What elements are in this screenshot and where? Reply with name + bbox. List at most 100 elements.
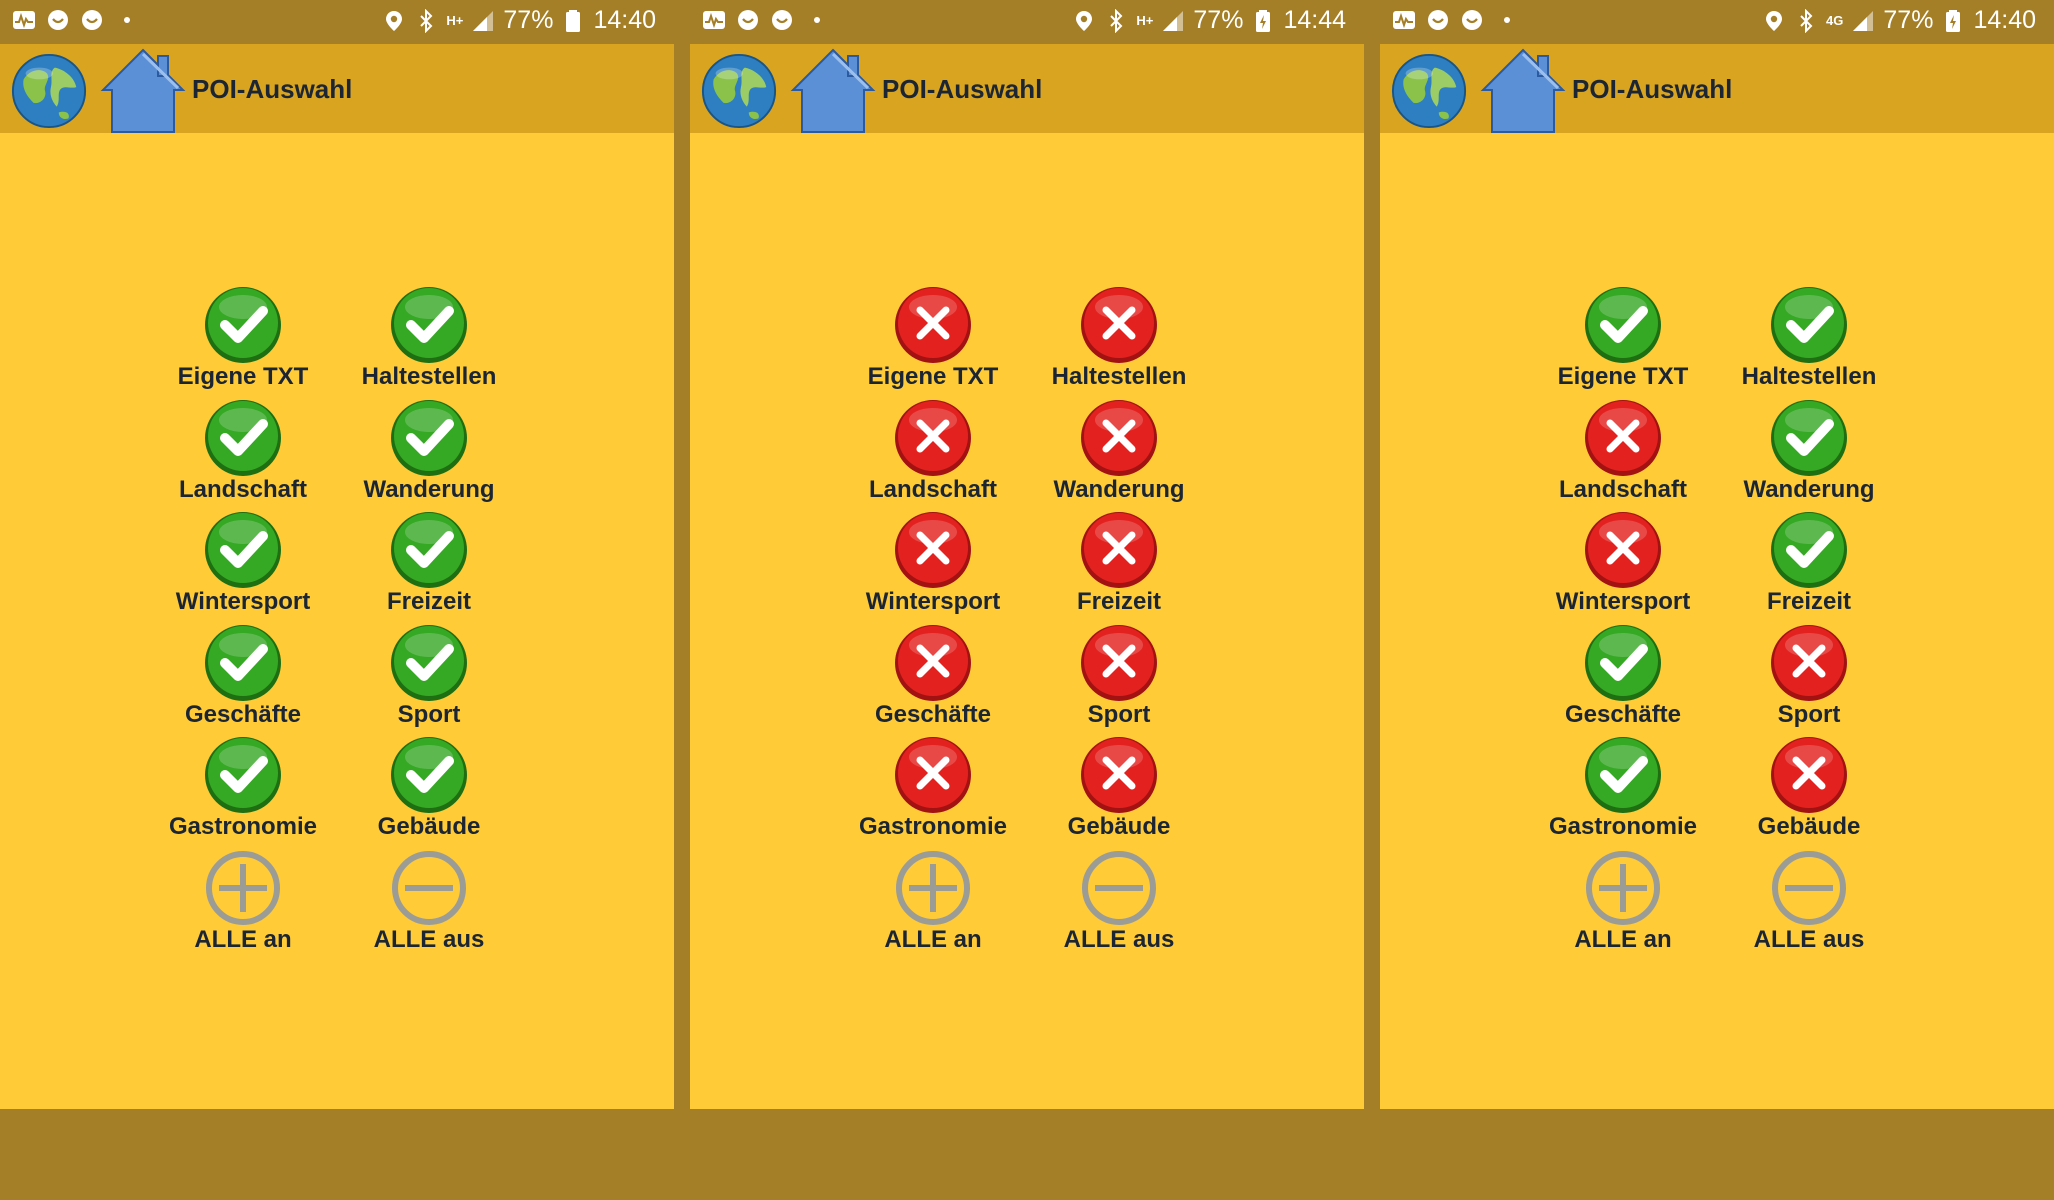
poi-label: Geschäfte xyxy=(874,700,992,728)
check-icon xyxy=(205,287,281,363)
activity-icon xyxy=(1393,11,1415,29)
app-header: POI-Auswahl xyxy=(1380,44,2054,133)
poi-toggle-eigene-txt[interactable]: Eigene TXT xyxy=(150,285,336,398)
poi-toggle-wanderung[interactable]: Wanderung xyxy=(336,398,522,511)
all-on-label: ALLE an xyxy=(1574,925,1672,953)
poi-label: Gastronomie xyxy=(858,813,1008,840)
poi-toggle-gebaeude[interactable]: Gebäude xyxy=(1716,735,1902,848)
globe-icon[interactable] xyxy=(1390,52,1468,130)
poi-toggle-eigene-txt[interactable]: Eigene TXT xyxy=(840,285,1026,398)
poi-toggle-freizeit[interactable]: Freizeit xyxy=(1026,510,1212,623)
poi-toggle-freizeit[interactable]: Freizeit xyxy=(1716,510,1902,623)
x-icon xyxy=(1585,512,1661,588)
home-icon[interactable] xyxy=(1480,46,1566,134)
all-on-button[interactable]: ALLE an xyxy=(150,848,336,961)
poi-label: Haltestellen xyxy=(1741,363,1877,390)
smiley-icon xyxy=(1428,10,1448,30)
poi-label: Wintersport xyxy=(1555,588,1691,615)
network-type: 4G xyxy=(1826,12,1844,28)
all-off-button[interactable]: ALLE aus xyxy=(336,848,522,961)
poi-label: Eigene TXT xyxy=(867,363,999,390)
poi-label: Haltestellen xyxy=(1051,363,1187,390)
location-icon xyxy=(1766,10,1783,31)
poi-toggle-wintersport[interactable]: Wintersport xyxy=(1530,510,1716,623)
poi-toggle-gastronomie[interactable]: Gastronomie xyxy=(1530,735,1716,848)
poi-label: Freizeit xyxy=(1766,588,1852,615)
poi-toggle-landschaft[interactable]: Landschaft xyxy=(840,398,1026,511)
poi-label: Eigene TXT xyxy=(177,363,309,390)
poi-toggle-haltestellen[interactable]: Haltestellen xyxy=(1026,285,1212,398)
check-icon xyxy=(391,737,467,813)
poi-toggle-freizeit[interactable]: Freizeit xyxy=(336,510,522,623)
x-icon xyxy=(1771,737,1847,813)
poi-label: Wanderung xyxy=(1743,475,1875,503)
check-icon xyxy=(1771,287,1847,363)
poi-toggle-gebaeude[interactable]: Gebäude xyxy=(1026,735,1212,848)
poi-toggle-geschaefte[interactable]: Geschäfte xyxy=(840,623,1026,736)
poi-toggle-haltestellen[interactable]: Haltestellen xyxy=(336,285,522,398)
poi-grid: Eigene TXT Haltestellen Landschaft Wande… xyxy=(150,285,510,960)
all-off-button[interactable]: ALLE aus xyxy=(1716,848,1902,961)
poi-toggle-sport[interactable]: Sport xyxy=(336,623,522,736)
poi-toggle-sport[interactable]: Sport xyxy=(1716,623,1902,736)
globe-icon[interactable] xyxy=(10,52,88,130)
minus-circle-icon xyxy=(1082,850,1156,925)
plus-circle-icon xyxy=(896,850,970,925)
smiley-icon xyxy=(48,10,68,30)
x-icon xyxy=(895,737,971,813)
phone-screen: 4G 77% 14:40 POI-Auswahl Eigene TXT Halt… xyxy=(1380,0,2054,1200)
clock: 14:44 xyxy=(1283,6,1346,34)
check-icon xyxy=(1771,399,1847,476)
x-icon xyxy=(1585,399,1661,476)
poi-toggle-haltestellen[interactable]: Haltestellen xyxy=(1716,285,1902,398)
poi-toggle-gebaeude[interactable]: Gebäude xyxy=(336,735,522,848)
poi-grid: Eigene TXT Haltestellen Landschaft Wande… xyxy=(1530,285,1890,960)
poi-toggle-geschaefte[interactable]: Geschäfte xyxy=(150,623,336,736)
check-icon xyxy=(1585,624,1661,701)
poi-toggle-wintersport[interactable]: Wintersport xyxy=(150,510,336,623)
poi-toggle-landschaft[interactable]: Landschaft xyxy=(1530,398,1716,511)
check-icon xyxy=(1771,512,1847,588)
all-on-label: ALLE an xyxy=(884,925,982,953)
battery-percent: 77% xyxy=(503,6,554,34)
poi-label: Gebäude xyxy=(1757,813,1861,840)
clock: 14:40 xyxy=(593,6,656,34)
all-off-button[interactable]: ALLE aus xyxy=(1026,848,1212,961)
poi-label: Wintersport xyxy=(175,588,311,615)
check-icon xyxy=(391,624,467,701)
poi-label: Wanderung xyxy=(1053,475,1185,503)
poi-label: Landschaft xyxy=(868,475,998,503)
x-icon xyxy=(1081,737,1157,813)
all-on-button[interactable]: ALLE an xyxy=(1530,848,1716,961)
poi-toggle-wanderung[interactable]: Wanderung xyxy=(1716,398,1902,511)
poi-label: Haltestellen xyxy=(361,363,497,390)
x-icon xyxy=(1081,287,1157,363)
check-icon xyxy=(205,512,281,588)
poi-label: Sport xyxy=(397,700,461,728)
bottom-bar xyxy=(690,1109,1364,1200)
activity-icon xyxy=(703,11,725,29)
poi-toggle-wanderung[interactable]: Wanderung xyxy=(1026,398,1212,511)
home-icon[interactable] xyxy=(790,46,876,134)
poi-toggle-wintersport[interactable]: Wintersport xyxy=(840,510,1026,623)
page-title: POI-Auswahl xyxy=(192,74,353,104)
poi-label: Landschaft xyxy=(1558,475,1688,503)
poi-label: Freizeit xyxy=(386,588,472,615)
poi-toggle-geschaefte[interactable]: Geschäfte xyxy=(1530,623,1716,736)
globe-icon[interactable] xyxy=(700,52,778,130)
x-icon xyxy=(895,624,971,701)
poi-toggle-landschaft[interactable]: Landschaft xyxy=(150,398,336,511)
poi-label: Wanderung xyxy=(363,475,495,503)
poi-toggle-eigene-txt[interactable]: Eigene TXT xyxy=(1530,285,1716,398)
poi-label: Landschaft xyxy=(178,475,308,503)
home-icon[interactable] xyxy=(100,46,186,134)
poi-content: Eigene TXT Haltestellen Landschaft Wande… xyxy=(690,133,1364,1109)
poi-toggle-gastronomie[interactable]: Gastronomie xyxy=(840,735,1026,848)
check-icon xyxy=(205,737,281,813)
location-icon xyxy=(1076,10,1093,31)
plus-circle-icon xyxy=(1586,850,1660,925)
all-on-button[interactable]: ALLE an xyxy=(840,848,1026,961)
poi-label: Sport xyxy=(1777,700,1841,728)
poi-toggle-sport[interactable]: Sport xyxy=(1026,623,1212,736)
poi-toggle-gastronomie[interactable]: Gastronomie xyxy=(150,735,336,848)
